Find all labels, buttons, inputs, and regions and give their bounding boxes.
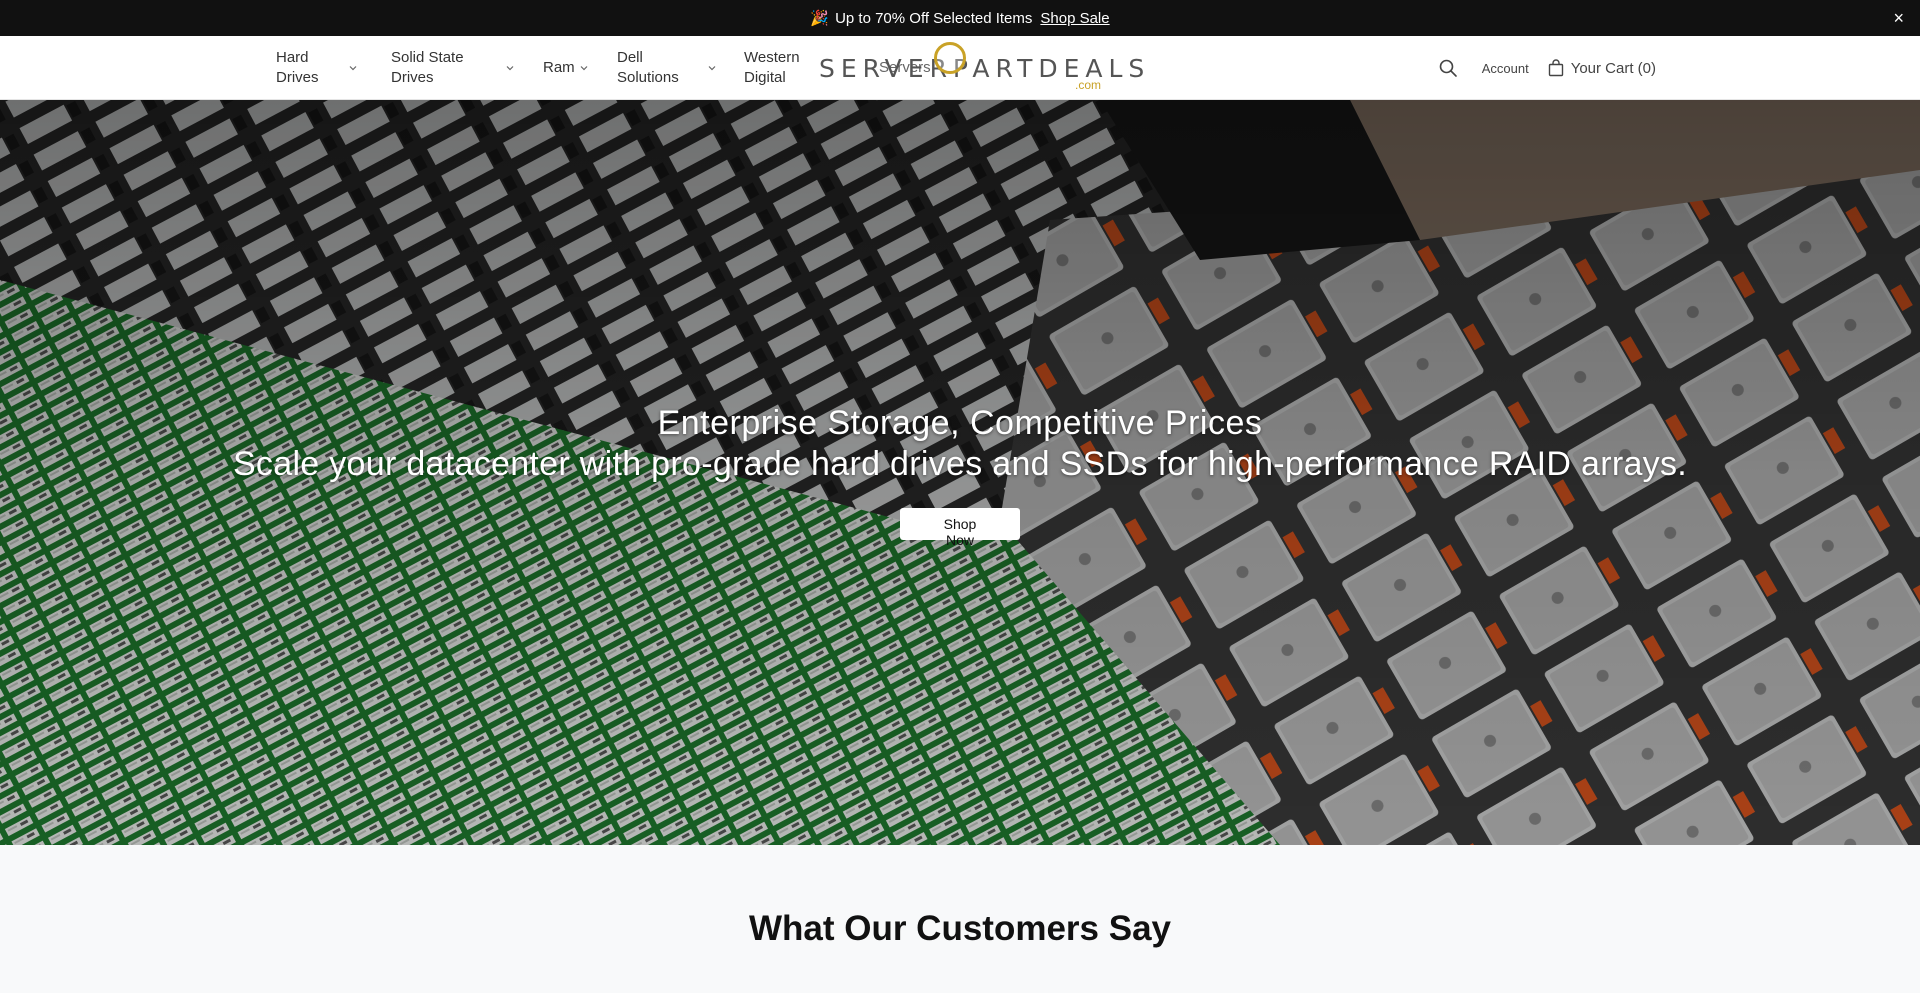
hero-subtitle: Scale your datacenter with pro-grade har… — [232, 445, 1688, 483]
announcement-bar: 🎉 Up to 70% Off Selected Items Shop Sale… — [0, 0, 1920, 36]
hero-title: Enterprise Storage, Competitive Prices — [657, 404, 1263, 442]
cart-label: Your Cart (0) — [1570, 59, 1656, 77]
site-logo[interactable]: SERVERPARTDEALS .com — [819, 42, 1144, 92]
customer-reviews-section: What Our Customers Say — [0, 845, 1920, 993]
hero-banner: Enterprise Storage, Competitive Prices S… — [0, 100, 1920, 845]
cart-button[interactable]: Your Cart (0) — [1547, 59, 1656, 77]
chevron-down-icon — [506, 66, 514, 71]
hero-content: Enterprise Storage, Competitive Prices S… — [0, 402, 1920, 550]
party-icon: 🎉 — [810, 10, 830, 27]
logo-suffix: .com — [1074, 78, 1101, 92]
main-nav: Hard Drives Solid State Drives Ram Dell … — [276, 36, 931, 100]
reviews-title: What Our Customers Say — [748, 909, 1172, 948]
announcement-text: Up to 70% Off Selected Items — [835, 9, 1033, 27]
site-header: Hard Drives Solid State Drives Ram Dell … — [0, 36, 1920, 100]
chevron-down-icon — [580, 66, 588, 71]
close-icon[interactable]: × — [1893, 8, 1904, 28]
nav-label: Western Digital — [744, 49, 800, 86]
nav-label: Hard Drives — [276, 49, 319, 86]
nav-item-western-digital[interactable]: Western Digital — [744, 48, 812, 88]
nav-item-hard-drives[interactable]: Hard Drives — [276, 48, 391, 88]
nav-item-ram[interactable]: Ram — [543, 58, 617, 78]
logo-ring-icon — [934, 42, 966, 74]
search-icon[interactable] — [1438, 58, 1458, 78]
account-link[interactable]: Account — [1482, 61, 1529, 76]
nav-label: Solid State Drives — [391, 49, 464, 86]
nav-label: Ram — [543, 59, 575, 76]
shop-sale-link[interactable]: Shop Sale — [1040, 10, 1109, 27]
nav-item-dell-solutions[interactable]: Dell Solutions — [617, 48, 744, 88]
chevron-down-icon — [708, 66, 716, 71]
chevron-down-icon — [349, 66, 357, 71]
nav-item-solid-state-drives[interactable]: Solid State Drives — [391, 48, 543, 88]
shop-now-button[interactable]: Shop Now — [900, 508, 1020, 548]
nav-label: Dell Solutions — [617, 49, 679, 86]
header-actions: Account Your Cart (0) — [1438, 36, 1656, 100]
shopping-bag-icon — [1548, 59, 1563, 77]
